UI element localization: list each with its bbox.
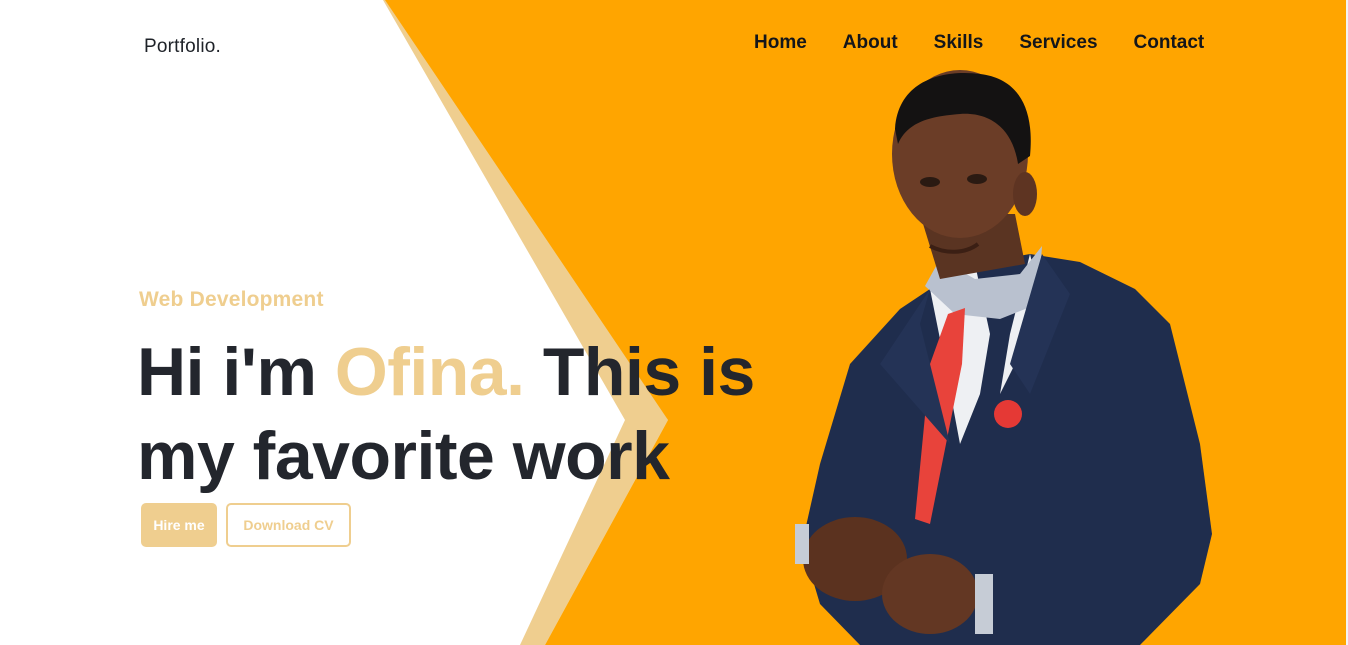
nav-about-link[interactable]: About <box>843 32 898 54</box>
ear <box>1013 172 1037 216</box>
download-cv-button[interactable]: Download CV <box>226 503 351 547</box>
nav-home-link[interactable]: Home <box>754 32 807 54</box>
nav-services-link[interactable]: Services <box>1019 32 1097 54</box>
hire-me-button[interactable]: Hire me <box>141 503 217 547</box>
nav-contact-link[interactable]: Contact <box>1134 32 1205 54</box>
lapel-flower <box>994 400 1022 428</box>
hero-subtitle: Web Development <box>139 288 324 311</box>
hand-right <box>882 554 978 634</box>
headline-name: Ofina. <box>334 334 525 410</box>
hero-section: Portfolio. Home About Skills Services Co… <box>0 0 1348 645</box>
headline-intro: Hi i'm <box>137 334 335 410</box>
nav-skills-link[interactable]: Skills <box>934 32 984 54</box>
site-logo[interactable]: Portfolio. <box>144 36 221 58</box>
hero-headline: Hi i'm Ofina. This is my favorite work <box>137 330 777 498</box>
person-portrait-photo <box>795 70 1212 645</box>
main-nav: Home About Skills Services Contact <box>754 32 1204 54</box>
